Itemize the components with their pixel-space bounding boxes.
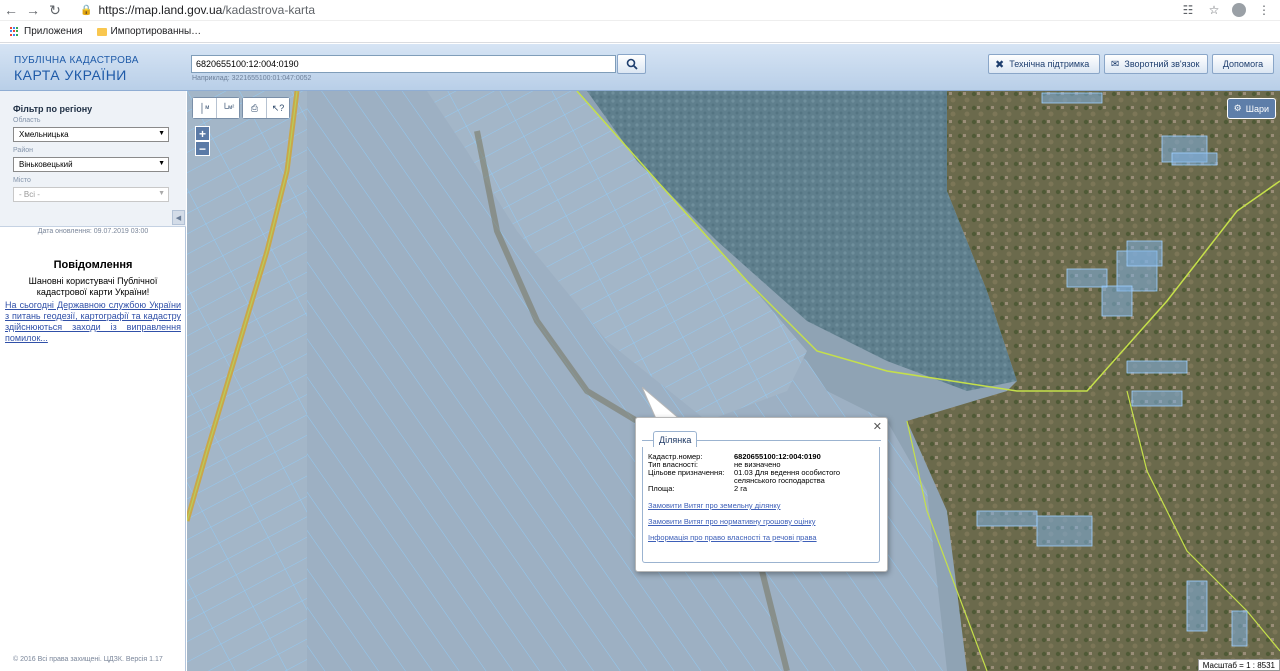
region-filter: Фільтр по регіону Область Хмельницька ▼ … <box>0 91 186 227</box>
url-host: https://map.land.gov.ua <box>98 3 223 17</box>
oblast-value: Хмельницька <box>19 130 69 139</box>
popup-body: Кадастр.номер: 6820655100:12:004:0190 Ти… <box>642 447 880 563</box>
reload-icon[interactable]: ↻ <box>44 0 66 21</box>
measure-tools: │ м └ м² <box>192 97 240 119</box>
menu-dots-icon[interactable]: ⋮ <box>1256 2 1272 18</box>
measure-distance-icon[interactable]: │ м <box>193 98 216 118</box>
support-button[interactable]: ✖ Технічна підтримка <box>988 54 1100 74</box>
help-button[interactable]: Допомога <box>1212 54 1274 74</box>
help-label: Допомога <box>1222 59 1264 69</box>
dropdown-arrow-icon: ▼ <box>158 190 165 197</box>
notice-subtitle: Шановні користувачі Публічної кадастрово… <box>28 276 158 297</box>
bookmark-apps[interactable]: Приложения <box>10 26 83 37</box>
order-extract-link[interactable]: Замовити Витяг про земельну ділянку <box>648 501 781 510</box>
url-path: /kadastrova-karta <box>222 3 316 17</box>
bookmark-imported-label: Импортированны… <box>110 26 202 37</box>
app-header: ПУБЛІЧНА КАДАСТРОВА КАРТА УКРАЇНИ Наприк… <box>0 44 1280 91</box>
map-imagery <box>187 91 1280 671</box>
misto-value: - Всі - <box>19 190 40 199</box>
brand-line1: ПУБЛІЧНА КАДАСТРОВА <box>14 55 139 66</box>
map-canvas[interactable]: │ м └ м² ⎙ ↖? + − ⚙ Шари ✕ Ділянка Кадастр… <box>187 91 1280 671</box>
dropdown-arrow-icon: ▼ <box>158 130 165 137</box>
back-icon[interactable]: ← <box>0 0 22 21</box>
bookmarks-bar: Приложения Импортированны… <box>0 21 1280 43</box>
order-valuation-link[interactable]: Замовити Витяг про нормативну грошову оц… <box>648 517 815 526</box>
feedback-label: Зворотний зв'язок <box>1124 59 1200 69</box>
translate-icon[interactable]: ☷ <box>1180 2 1196 18</box>
parcel-popup: ✕ Ділянка Кадастр.номер: 6820655100:12:0… <box>635 417 888 572</box>
rayon-value: Віньковецький <box>19 160 73 169</box>
forward-icon[interactable]: → <box>22 0 44 21</box>
dropdown-arrow-icon: ▼ <box>158 160 165 167</box>
misto-label: Місто <box>13 177 31 184</box>
print-info-tools: ⎙ ↖? <box>242 97 290 119</box>
popup-pointer <box>642 387 682 421</box>
rayon-select[interactable]: Віньковецький ▼ <box>13 157 169 172</box>
brand-line2: КАРТА УКРАЇНИ <box>14 67 127 83</box>
folder-icon <box>96 27 107 36</box>
oblast-select[interactable]: Хмельницька ▼ <box>13 127 169 142</box>
bookmark-imported[interactable]: Импортированны… <box>96 26 202 37</box>
misto-select[interactable]: - Всі - ▼ <box>13 187 169 202</box>
sidebar: Фільтр по регіону Область Хмельницька ▼ … <box>0 91 186 671</box>
search-icon <box>626 58 638 70</box>
map-toolbar: │ м └ м² ⎙ ↖? <box>192 97 290 119</box>
purpose-label: Цільове призначення: <box>648 468 725 477</box>
cadastral-search-input[interactable] <box>191 55 616 73</box>
tab-parcel[interactable]: Ділянка <box>653 431 698 448</box>
filter-title: Фільтр по регіону <box>13 104 93 114</box>
rayon-label: Район <box>13 147 33 154</box>
zoom-control: + − <box>195 126 210 156</box>
lock-icon: 🔒 <box>80 4 93 16</box>
search-button[interactable] <box>617 54 646 74</box>
copyright: © 2016 Всі права захищені. ЦДЗК. Версія … <box>13 656 163 663</box>
purpose-value: 01.03 Для ведення особистого селянського… <box>734 468 841 485</box>
brand-logo[interactable]: ПУБЛІЧНА КАДАСТРОВА КАРТА УКРАЇНИ <box>14 55 139 83</box>
profile-avatar[interactable] <box>1232 3 1246 17</box>
collapse-sidebar-button[interactable]: ◀ <box>172 210 185 225</box>
support-label: Технічна підтримка <box>1009 59 1090 69</box>
address-url[interactable]: https://map.land.gov.ua/kadastrova-karta <box>98 3 315 17</box>
feedback-button[interactable]: ✉ Зворотний зв'язок <box>1104 54 1208 74</box>
update-date: Дата оновлення: 09.07.2019 03:00 <box>37 228 149 235</box>
apps-grid-icon <box>10 26 20 37</box>
zoom-out-button[interactable]: − <box>195 141 210 156</box>
star-icon[interactable]: ☆ <box>1206 2 1222 18</box>
envelope-icon: ✉ <box>1111 58 1120 70</box>
layers-button[interactable]: ⚙ Шари <box>1226 98 1276 119</box>
measure-area-icon[interactable]: └ м² <box>216 98 239 118</box>
area-label: Площа: <box>648 484 675 493</box>
browser-toolbar: ← → ↻ 🔒 https://map.land.gov.ua/kadastro… <box>0 0 1280 21</box>
tools-icon: ✖ <box>995 58 1005 71</box>
notice-link[interactable]: На сьогодні Державною службою України з … <box>5 300 181 344</box>
notice-title: Повідомлення <box>53 259 133 271</box>
gear-icon: ⚙ <box>1233 103 1242 113</box>
map-scale: Масштаб = 1 : 8531 <box>1197 659 1280 671</box>
ownership-info-link[interactable]: Інформація про право власності та речові… <box>648 533 817 542</box>
oblast-label: Область <box>13 117 41 124</box>
bookmark-apps-label: Приложения <box>24 26 83 37</box>
identify-icon[interactable]: ↖? <box>266 98 289 118</box>
print-icon[interactable]: ⎙ <box>243 98 266 118</box>
zoom-in-button[interactable]: + <box>195 126 210 141</box>
search-hint: Наприклад: 3221655100:01:047:0052 <box>192 75 312 82</box>
area-value: 2 га <box>734 484 747 493</box>
layers-label: Шари <box>1245 103 1269 114</box>
